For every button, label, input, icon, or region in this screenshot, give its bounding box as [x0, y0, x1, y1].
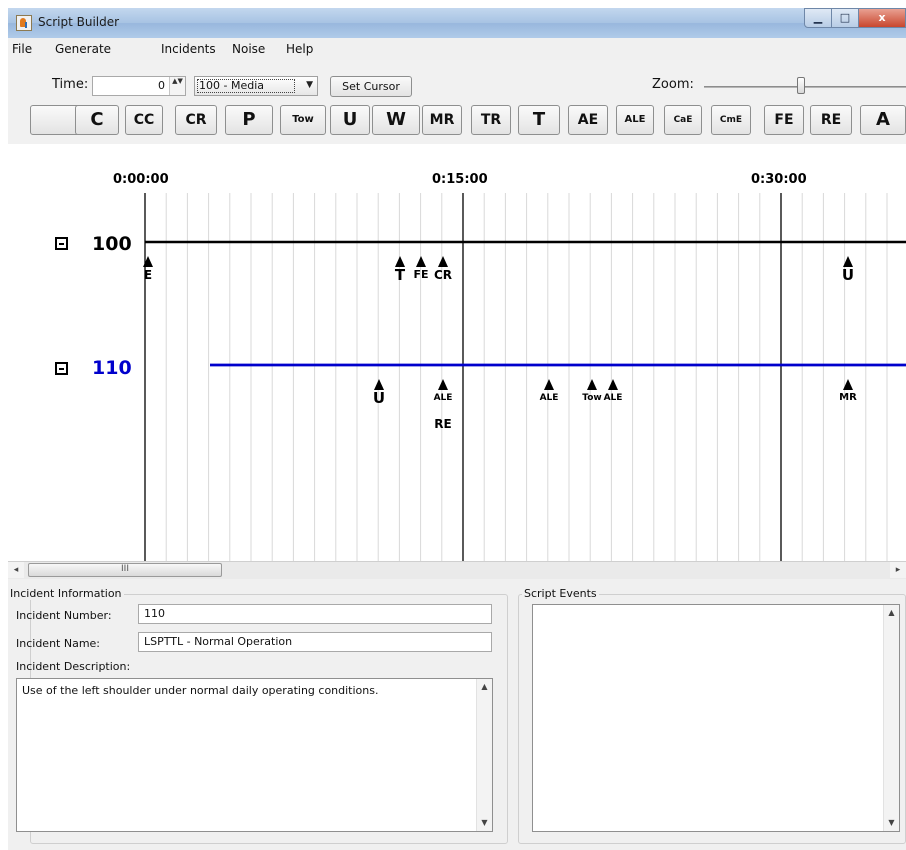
event-marker[interactable]: U — [828, 256, 868, 283]
scroll-up-icon[interactable]: ▲ — [884, 605, 899, 621]
marker-label: ALE — [539, 393, 559, 403]
window-title: Script Builder — [38, 15, 120, 29]
event-marker[interactable]: CR — [423, 256, 463, 283]
time-label: Time: — [52, 77, 89, 92]
script-events-title: Script Events — [522, 587, 599, 600]
time-value: 0 — [158, 79, 165, 92]
minimize-button[interactable]: ▁ — [804, 8, 832, 28]
event-button-cae[interactable]: CaE — [664, 105, 702, 135]
event-button-blank[interactable] — [30, 105, 80, 135]
menu-help[interactable]: Help — [286, 42, 313, 56]
event-button-ale[interactable]: ALE — [616, 105, 654, 135]
event-button-p[interactable]: P — [225, 105, 273, 135]
marker-triangle-icon — [438, 256, 448, 267]
chevron-down-icon[interactable]: ▼ — [306, 80, 313, 90]
collapse-track-icon[interactable] — [55, 237, 68, 250]
menu-bar: File Generate Incidents Noise Help — [8, 38, 906, 61]
spinner-arrows-icon[interactable]: ▲▼ — [169, 77, 185, 95]
incident-name-label: Incident Name: — [16, 637, 101, 650]
marker-label: ALE — [603, 393, 623, 403]
event-button-cr[interactable]: CR — [175, 105, 217, 135]
incident-number-label: Incident Number: — [16, 609, 112, 622]
incident-information-title: Incident Information — [8, 587, 124, 600]
marker-label: E — [143, 268, 153, 282]
marker-triangle-icon — [608, 379, 618, 390]
marker-triangle-icon — [843, 379, 853, 390]
event-marker[interactable]: ALE — [529, 379, 569, 406]
event-button-tr[interactable]: TR — [471, 105, 511, 135]
event-button-u[interactable]: U — [330, 105, 370, 135]
script-events-list[interactable]: ▲ ▼ — [532, 604, 900, 832]
zoom-slider[interactable] — [704, 86, 906, 88]
incident-select[interactable]: 100 - Media ▼ — [194, 76, 318, 96]
event-button-w[interactable]: W — [372, 105, 420, 135]
incident-name-field[interactable]: LSPTTL - Normal Operation — [138, 632, 492, 652]
event-button-t[interactable]: T — [518, 105, 560, 135]
event-button-re[interactable]: RE — [810, 105, 852, 135]
script-events-vertical-scrollbar[interactable]: ▲ ▼ — [883, 605, 899, 831]
marker-label: U — [841, 266, 855, 284]
marker-label: MR — [839, 392, 857, 403]
title-bar: Script Builder ▁ □ x — [8, 8, 906, 39]
zoom-slider-thumb[interactable] — [796, 77, 805, 94]
scroll-left-icon[interactable]: ◂ — [8, 562, 24, 578]
time-spinner[interactable]: 0 ▲▼ — [92, 76, 186, 96]
event-button-fe[interactable]: FE — [764, 105, 804, 135]
event-marker[interactable]: ALE — [593, 379, 633, 406]
marker-label: ALE — [433, 393, 453, 403]
description-vertical-scrollbar[interactable]: ▲ ▼ — [476, 679, 492, 831]
incident-description-label: Incident Description: — [16, 660, 131, 673]
script-builder-window: Script Builder ▁ □ x File Generate Incid… — [0, 0, 906, 850]
event-button-tow[interactable]: Tow — [280, 105, 326, 135]
menu-generate[interactable]: Generate — [55, 42, 111, 56]
scroll-down-icon[interactable]: ▼ — [884, 815, 899, 831]
marker-label: CR — [433, 268, 453, 282]
maximize-button[interactable]: □ — [831, 8, 859, 28]
marker-triangle-icon — [143, 256, 153, 267]
event-button-mr[interactable]: MR — [422, 105, 462, 135]
scroll-down-icon[interactable]: ▼ — [477, 815, 492, 831]
event-button-c[interactable]: C — [75, 105, 119, 135]
timeline-canvas[interactable]: 0:00:00 0:15:00 0:30:00 100 110 E T FE CR U U… — [8, 145, 906, 561]
set-cursor-button[interactable]: Set Cursor — [330, 76, 412, 97]
scrollbar-thumb[interactable]: III — [28, 563, 222, 577]
event-marker[interactable]: E — [128, 256, 168, 283]
marker-label: U — [372, 389, 386, 407]
timeline-grid — [144, 193, 906, 561]
incident-description-field[interactable]: Use of the left shoulder under normal da… — [16, 678, 493, 832]
java-app-icon — [16, 15, 32, 31]
menu-file[interactable]: File — [12, 42, 32, 56]
event-button-a[interactable]: A — [860, 105, 906, 135]
zoom-label: Zoom: — [652, 77, 694, 92]
incident-number-field[interactable]: 110 — [138, 604, 492, 624]
collapse-track-icon[interactable] — [55, 362, 68, 375]
timeline-horizontal-scrollbar[interactable]: ◂ III ▸ — [8, 561, 906, 579]
marker-triangle-icon — [544, 379, 554, 390]
event-button-ae[interactable]: AE — [568, 105, 608, 135]
close-button[interactable]: x — [858, 8, 906, 28]
marker-label: RE — [434, 417, 452, 431]
time-tick-label: 0:30:00 — [751, 172, 807, 187]
scroll-right-icon[interactable]: ▸ — [890, 562, 906, 578]
event-marker[interactable]: RE — [423, 416, 463, 432]
menu-noise[interactable]: Noise — [232, 42, 265, 56]
event-button-cme[interactable]: CmE — [711, 105, 751, 135]
track-label-100: 100 — [92, 233, 132, 255]
scroll-up-icon[interactable]: ▲ — [477, 679, 492, 695]
event-marker[interactable]: U — [359, 379, 399, 406]
menu-incidents[interactable]: Incidents — [161, 42, 216, 56]
incident-description-text: Use of the left shoulder under normal da… — [22, 684, 379, 697]
time-tick-label: 0:00:00 — [113, 172, 169, 187]
event-marker[interactable]: MR — [828, 379, 868, 406]
marker-triangle-icon — [438, 379, 448, 390]
incident-select-value: 100 - Media — [199, 79, 264, 92]
event-marker[interactable]: ALE — [423, 379, 463, 406]
time-tick-label: 0:15:00 — [432, 172, 488, 187]
event-button-cc[interactable]: CC — [125, 105, 163, 135]
track-label-110: 110 — [92, 357, 132, 379]
